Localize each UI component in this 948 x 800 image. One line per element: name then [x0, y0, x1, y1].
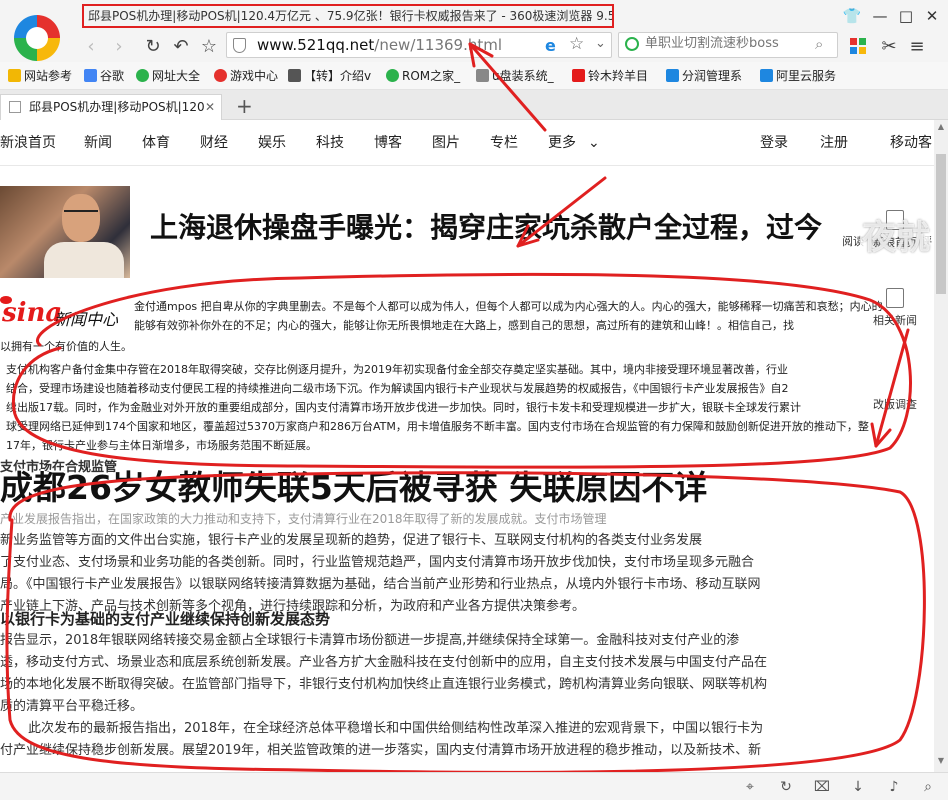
bookmark-item[interactable]: 铃木羚羊目 [572, 68, 648, 84]
toutiao-icon [572, 69, 585, 82]
close-window-button[interactable]: ✕ [922, 6, 942, 26]
bookmark-item[interactable]: 分润管理系 [666, 68, 742, 84]
minimize-button[interactable]: — [870, 6, 890, 26]
tab-bar: 邱县POS机办理|移动POS机|120 ✕ + [0, 90, 948, 120]
address-bar[interactable]: www.521qq.net/new/11369.html e ☆ ⌄ [226, 32, 612, 58]
article-paragraph-3: 报告显示，2018年银联网络转接交易金额占全球银行卡清算市场份额进一步提高,并继… [0, 633, 768, 758]
bookmark-item[interactable]: 阿里云服务 [760, 68, 836, 84]
back-button[interactable]: ‹ [80, 36, 102, 58]
zoom-icon[interactable]: ⌕ [918, 777, 938, 797]
search-icon[interactable]: ⌕ [815, 35, 823, 53]
article-headline[interactable]: 上海退休操盘手曝光：揭穿庄家坑杀散户全过程，过今 [150, 210, 822, 246]
aliyun-icon [760, 69, 773, 82]
side-survey[interactable]: 改版调查 [860, 396, 930, 412]
article-photo[interactable] [0, 186, 130, 278]
scroll-down-arrow[interactable]: ▼ [936, 756, 946, 768]
usb-icon [476, 69, 489, 82]
news-list-icon [886, 288, 904, 308]
overlay-news-banner[interactable]: 成都26岁女教师失联5天后被寻获 失联原因不详 [0, 466, 707, 510]
bookmark-item[interactable]: 谷歌 [84, 68, 124, 84]
close-tab-icon[interactable]: ✕ [205, 95, 215, 119]
page-icon [288, 69, 301, 82]
search-input[interactable] [645, 36, 805, 51]
article-paragraph-2: 产业发展报告指出，在国家政策的大力推动和支持下，支付清算行业在2018年取得了新… [0, 512, 761, 614]
bookmark-star-icon[interactable]: ☆ [569, 34, 584, 54]
rom-icon [386, 69, 399, 82]
status-bar: ⌖ ↻ ⌧ ↓ ♪ ⌕ [0, 772, 948, 800]
chevron-down-icon: ⌄ [588, 135, 600, 151]
tab-active[interactable]: 邱县POS机办理|移动POS机|120 ✕ [0, 94, 222, 120]
forward-button[interactable]: › [108, 36, 130, 58]
speed-icon[interactable]: ↻ [776, 777, 796, 797]
undo-close-button[interactable]: ↶ [170, 36, 192, 58]
mobile-link[interactable]: 移动客 [890, 134, 932, 152]
refresh-button[interactable]: ↻ [142, 36, 164, 58]
bookmark-item[interactable]: ROM之家_ [386, 68, 460, 84]
nav-item[interactable]: 娱乐 [258, 134, 286, 152]
nav-item-more[interactable]: 更多 [548, 134, 576, 152]
article-paragraph-1: 支付机构客户备付金集中存管在2018年取得突破，交存比例逐月提升，为2019年初… [6, 363, 869, 452]
apps-grid-icon[interactable] [850, 38, 866, 54]
search-box[interactable]: ⌕ [618, 32, 838, 58]
bookmark-item[interactable]: 网址大全 [136, 68, 200, 84]
download-icon[interactable]: ↓ [848, 777, 868, 797]
site-icon [136, 69, 149, 82]
url-domain: www.521qq.net [257, 36, 375, 54]
chevron-down-icon[interactable]: ⌄ [595, 36, 606, 51]
k-icon [666, 69, 679, 82]
bookmark-item[interactable]: u盘装系统_ [476, 68, 554, 84]
section-heading-2: 以银行卡为基础的支付产业继续保持创新发展态势 [0, 610, 331, 628]
login-link[interactable]: 登录 [760, 134, 788, 152]
url-path: /new/11369.html [374, 36, 503, 54]
title-bar: 邱县POS机办理|移动POS机|120.4万亿元 、75.9亿张！银行卡权威报告… [0, 0, 948, 34]
bookmarks-bar: 网站参考 谷歌 网址大全 游戏中心 【转】介绍v ROM之家_ u盘装系统_ 铃… [0, 62, 948, 90]
nav-item[interactable]: 新闻 [84, 134, 112, 152]
sound-icon[interactable]: ♪ [884, 777, 904, 797]
extension-icon[interactable]: ✂ [878, 36, 900, 58]
scrollbar-thumb[interactable] [936, 154, 946, 294]
bookmark-item[interactable]: 网站参考 [8, 68, 72, 84]
sina-nav: 新浪首页 新闻 体育 财经 娱乐 科技 博客 图片 专栏 更多 ⌄ 登录 注册 … [0, 120, 936, 166]
google-icon [84, 69, 97, 82]
intro-paragraph: 金付通mpos 把自卑从你的字典里删去。不是每个人都可以成为伟人，但每个人都可以… [134, 300, 883, 332]
scroll-up-arrow[interactable]: ▲ [936, 122, 946, 134]
window-title: 邱县POS机办理|移动POS机|120.4万亿元 、75.9亿张！银行卡权威报告… [82, 4, 614, 28]
folder-icon [8, 69, 21, 82]
nav-item[interactable]: 财经 [200, 134, 228, 152]
favorite-star-icon[interactable]: ☆ [198, 36, 220, 58]
trash-icon[interactable]: ⌧ [812, 777, 832, 797]
pin-icon[interactable]: ⌖ [740, 777, 760, 797]
skin-icon[interactable]: 👕 [842, 6, 862, 26]
nav-item[interactable]: 体育 [142, 134, 170, 152]
bookmark-item[interactable]: 【转】介绍v [288, 68, 371, 84]
sina-news-center: 新闻中心 [54, 310, 119, 329]
nav-item[interactable]: 图片 [432, 134, 460, 152]
overlay-text: 夜就 [862, 218, 930, 258]
vertical-scrollbar[interactable]: ▲ ▼ [934, 120, 948, 772]
page-icon [9, 101, 21, 113]
nav-item[interactable]: 博客 [374, 134, 402, 152]
new-tab-button[interactable]: + [236, 94, 253, 118]
search-engine-icon [625, 37, 639, 51]
game-icon [214, 69, 227, 82]
nav-item[interactable]: 新浪首页 [0, 134, 56, 152]
nav-item[interactable]: 专栏 [490, 134, 518, 152]
ie-mode-icon[interactable]: e [545, 36, 556, 55]
shield-icon [233, 38, 246, 53]
intro-paragraph-end: 以拥有一个有价值的人生。 [0, 340, 132, 353]
maximize-button[interactable]: □ [896, 6, 916, 26]
nav-item[interactable]: 科技 [316, 134, 344, 152]
register-link[interactable]: 注册 [820, 134, 848, 152]
url-text[interactable]: www.521qq.net/new/11369.html [257, 36, 502, 54]
menu-icon[interactable]: ≡ [906, 36, 928, 58]
bookmark-item[interactable]: 游戏中心 [214, 68, 278, 84]
360-browser-logo[interactable] [14, 15, 60, 61]
